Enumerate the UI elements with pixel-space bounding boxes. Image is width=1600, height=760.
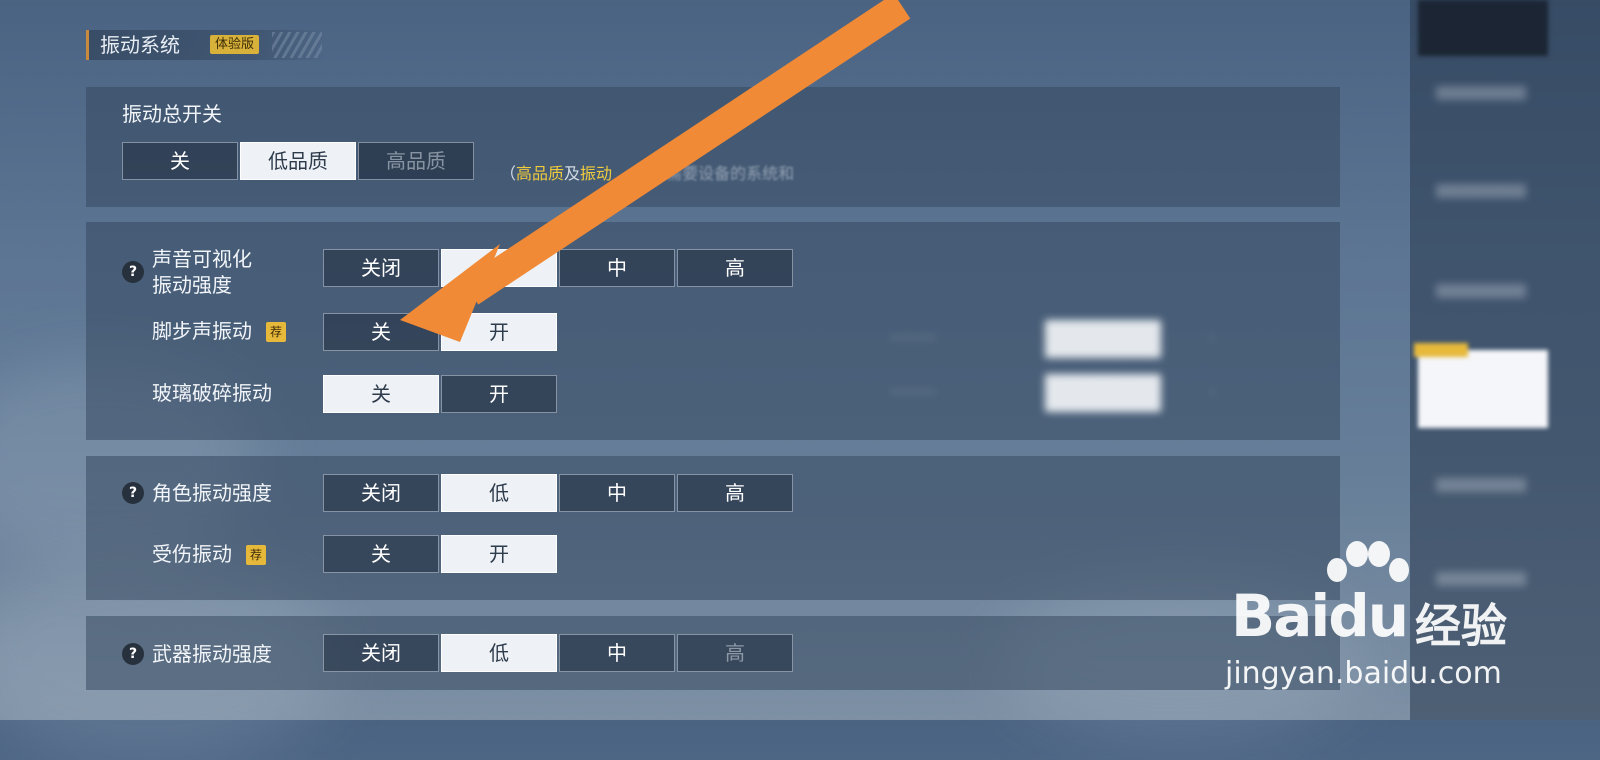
watermark-cn: 经验 — [1415, 599, 1507, 653]
arrow-shaft — [461, 0, 911, 305]
watermark-logo: Baidu — [1231, 582, 1409, 650]
watermark-url: jingyan.baidu.com — [1225, 656, 1502, 691]
baidu-watermark: Baidu 经验 jingyan.baidu.com — [1225, 541, 1525, 698]
